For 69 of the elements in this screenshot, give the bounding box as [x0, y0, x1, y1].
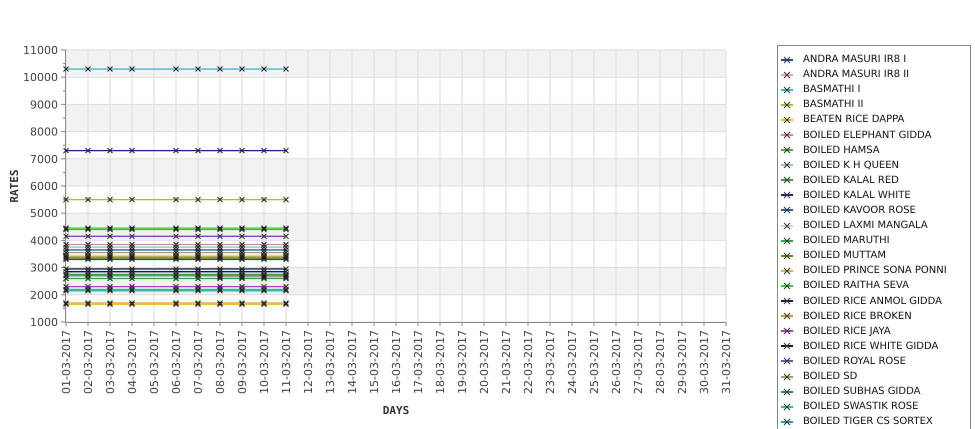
legend-label: BOILED RICE BROKEN [803, 310, 912, 322]
x-tick-label: 24-03-2017 [566, 330, 579, 394]
legend-label: BOILED SUBHAS GIDDA [803, 386, 920, 398]
legend-label: BOILED PRINCE SONA PONNI [803, 265, 947, 276]
legend-label: BOILED TIGER CS SORTEX [803, 416, 933, 428]
legend-label: BOILED ROYAL ROSE [803, 356, 906, 367]
legend-label: BEATEN RICE DAPPA [803, 114, 904, 126]
x-tick-label: 06-03-2017 [170, 330, 183, 394]
legend-label: BOILED KAVOOR ROSE [803, 204, 916, 216]
x-tick-label: 31-03-2017 [720, 330, 733, 394]
x-tick-label: 13-03-2017 [324, 330, 337, 394]
x-tick-label: 16-03-2017 [390, 330, 403, 394]
y-tick-label: 8000 [30, 126, 58, 139]
x-tick-label: 02-03-2017 [82, 330, 95, 394]
x-tick-label: 23-03-2017 [544, 330, 557, 394]
legend-label: BOILED HAMSA [803, 144, 880, 156]
y-tick-label: 2000 [30, 288, 58, 302]
legend-label: ANDRA MASURI IR8 I [803, 54, 906, 66]
y-tick-label: 6000 [30, 180, 58, 193]
y-tick-label: 1000 [30, 316, 58, 329]
legend-label: BOILED KALAL WHITE [803, 190, 911, 201]
y-tick-label: 10000 [23, 71, 58, 84]
x-tick-label: 25-03-2017 [588, 330, 601, 394]
legend-label: BOILED LAXMI MANGALA [803, 220, 928, 232]
x-tick-label: 09-03-2017 [236, 330, 249, 394]
legend-label: ANDRA MASURI IR8 II [803, 69, 910, 80]
legend-label: BOILED ELEPHANT GIDDA [803, 130, 932, 141]
x-tick-label: 21-03-2017 [500, 330, 513, 394]
y-tick-label: 5000 [30, 207, 58, 220]
legend-label: BOILED SWASTIK ROSE [803, 401, 918, 412]
legend-label: BOILED RICE ANMOL GIDDA [803, 296, 942, 307]
x-tick-label: 15-03-2017 [368, 330, 381, 394]
x-tick-label: 30-03-2017 [698, 330, 711, 394]
x-tick-label: 10-03-2017 [258, 330, 271, 394]
x-tick-label: 14-03-2017 [346, 330, 359, 394]
y-tick-label: 3000 [30, 262, 58, 275]
x-tick-label: 26-03-2017 [610, 330, 623, 394]
x-tick-label: 08-03-2017 [214, 330, 227, 394]
legend-label: BOILED RAITHA SEVA [803, 280, 909, 292]
legend-label: BASMATHI II [803, 99, 864, 110]
y-tick-label: 7000 [30, 152, 58, 166]
x-tick-label: 29-03-2017 [676, 330, 689, 394]
legend-label: BOILED MUTTAM [803, 250, 886, 262]
x-tick-label: 18-03-2017 [434, 330, 447, 394]
x-tick-label: 03-03-2017 [104, 330, 117, 394]
x-tick-label: 12-03-2017 [302, 330, 315, 394]
x-tick-label: 04-03-2017 [126, 330, 139, 394]
x-tick-label: 27-03-2017 [632, 330, 645, 394]
x-tick-label: 05-03-2017 [148, 330, 161, 394]
legend-label: BOILED MARUTHI [803, 235, 890, 246]
x-tick-label: 28-03-2017 [654, 330, 667, 394]
y-tick-label: 9000 [30, 98, 58, 112]
legend-label: BASMATHI I [803, 84, 860, 96]
x-tick-label: 20-03-2017 [478, 330, 491, 394]
x-tick-label: 11-03-2017 [280, 330, 293, 394]
x-axis-title: DAYS [382, 404, 410, 417]
x-tick-label: 19-03-2017 [456, 330, 469, 394]
legend-label: BOILED SD [803, 371, 858, 382]
x-tick-label: 17-03-2017 [412, 330, 425, 394]
x-tick-label: 01-03-2017 [60, 330, 73, 394]
legend-label: BOILED K H QUEEN [803, 160, 900, 171]
y-tick-label: 11000 [23, 44, 58, 57]
legend-label: BOILED RICE JAYA [803, 326, 891, 337]
x-tick-label: 22-03-2017 [522, 330, 535, 394]
legend-label: BOILED RICE WHITE GIDDA [803, 340, 938, 352]
y-tick-label: 4000 [30, 234, 58, 248]
legend-label: BOILED KALAL RED [803, 174, 899, 186]
x-tick-label: 07-03-2017 [192, 330, 205, 394]
y-axis-title: RATES [8, 169, 21, 203]
